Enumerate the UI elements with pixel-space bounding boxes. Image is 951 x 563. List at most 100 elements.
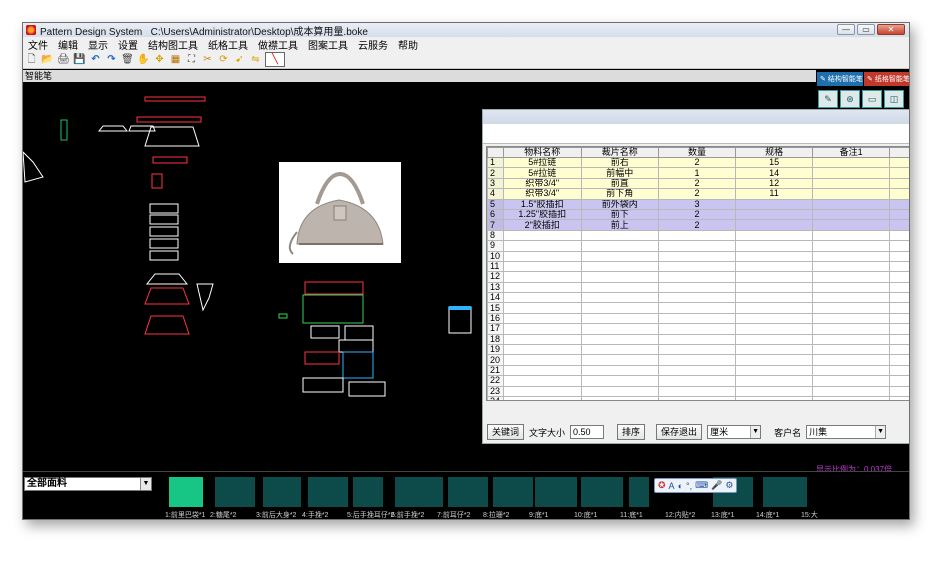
column-header-material[interactable]: 物料名称 xyxy=(502,147,582,158)
keyboard-icon[interactable]: ⌨ xyxy=(695,480,708,491)
table-cell[interactable] xyxy=(580,395,659,400)
table-row[interactable]: 5 1.5"胶插扣 前外袋内 3 xyxy=(487,198,909,210)
table-cell[interactable] xyxy=(580,364,659,377)
pattern-piece[interactable] xyxy=(344,325,374,341)
table-row[interactable]: 12 xyxy=(487,271,909,283)
sort-button[interactable]: 排序 xyxy=(617,424,646,440)
stitch-tool-icon[interactable]: ✎ xyxy=(818,90,838,108)
move-icon[interactable]: ✥ xyxy=(153,53,166,66)
table-row[interactable]: 22 xyxy=(487,375,909,387)
piece-label[interactable]: 12:内贴*2 xyxy=(665,510,695,519)
ime-punct-icon[interactable]: °, xyxy=(686,481,692,491)
piece-label[interactable]: 1:前里巴袋*1 xyxy=(165,510,205,519)
table-cell[interactable]: 2 xyxy=(657,177,737,190)
table-cell[interactable]: 14 xyxy=(735,167,814,179)
table-cell[interactable]: 3 xyxy=(657,198,737,210)
table-cell[interactable] xyxy=(502,364,582,377)
fabric-select[interactable]: 全部面料 ▼ xyxy=(24,477,152,491)
piece-thumbnail[interactable] xyxy=(448,477,488,507)
ime-mode-icon[interactable]: A xyxy=(669,481,675,491)
piece-thumbnail[interactable] xyxy=(215,477,255,507)
table-row[interactable]: 19 xyxy=(487,344,909,356)
table-cell[interactable] xyxy=(657,292,737,304)
menu-pattern-tools[interactable]: 纸格工具 xyxy=(203,37,253,52)
piece-thumbnail[interactable] xyxy=(493,477,533,507)
menu-help[interactable]: 帮助 xyxy=(393,37,423,52)
pattern-piece[interactable] xyxy=(145,273,189,285)
save-icon[interactable]: 💾 xyxy=(73,53,86,66)
minimize-button[interactable]: — xyxy=(837,24,855,35)
table-cell[interactable] xyxy=(812,229,891,242)
table-cell[interactable] xyxy=(735,271,814,283)
table-cell[interactable] xyxy=(812,385,891,398)
menu-structure-tools[interactable]: 结构图工具 xyxy=(143,37,203,52)
maximize-button[interactable]: ▭ xyxy=(857,24,875,35)
table-cell[interactable] xyxy=(812,302,891,314)
piece-label[interactable]: 10:底*1 xyxy=(574,510,597,519)
table-cell[interactable] xyxy=(502,385,582,398)
piece-label[interactable]: 9:底*1 xyxy=(529,510,548,519)
flip-icon[interactable]: ⇋ xyxy=(249,53,262,66)
piece-label[interactable]: 15:大 xyxy=(801,510,818,519)
table-cell[interactable] xyxy=(502,271,582,283)
table-cell[interactable] xyxy=(735,385,814,398)
table-cell[interactable]: 2 xyxy=(657,208,737,221)
pattern-piece[interactable] xyxy=(304,351,340,365)
scissors-icon[interactable]: ✂ xyxy=(201,53,214,66)
pattern-piece[interactable] xyxy=(149,203,179,214)
table-cell[interactable] xyxy=(502,395,582,400)
table-cell[interactable] xyxy=(812,156,891,169)
table-cell[interactable]: 2 xyxy=(657,156,737,169)
table-row[interactable]: 3 织带3/4" 前直 2 12 xyxy=(487,177,909,190)
table-cell[interactable] xyxy=(502,292,582,304)
table-cell[interactable]: 1.25"胶插扣 xyxy=(502,208,582,221)
piece-label[interactable]: 11:底*1 xyxy=(620,510,643,519)
table-cell[interactable] xyxy=(657,302,737,314)
table-row[interactable]: 16 xyxy=(487,312,909,325)
menu-settings[interactable]: 设置 xyxy=(113,37,143,52)
table-cell[interactable] xyxy=(735,240,814,252)
table-cell[interactable]: 1.5"胶插扣 xyxy=(502,198,582,210)
table-cell[interactable] xyxy=(657,312,737,325)
pattern-piece[interactable] xyxy=(149,226,179,237)
table-cell[interactable] xyxy=(735,364,814,377)
table-cell[interactable] xyxy=(580,312,659,325)
table-row[interactable]: 1 5#拉链 前右 2 15 xyxy=(487,156,909,169)
piece-label[interactable]: 13:底*1 xyxy=(711,510,734,519)
pattern-piece[interactable] xyxy=(149,250,179,261)
table-cell[interactable] xyxy=(657,333,737,346)
table-cell[interactable]: 15 xyxy=(735,156,814,169)
pattern-smart-pen-button[interactable]: ✎ 纸格智能笔 xyxy=(864,72,909,86)
table-cell[interactable]: 前直 xyxy=(580,177,659,190)
keyword-button[interactable]: 关键词 xyxy=(487,424,525,440)
table-row[interactable]: 8 xyxy=(487,229,909,242)
microphone-icon[interactable]: 🎤 xyxy=(711,480,722,491)
table-cell[interactable] xyxy=(812,375,891,387)
piece-thumbnail[interactable] xyxy=(581,477,623,507)
menu-placket-tools[interactable]: 做襟工具 xyxy=(253,37,303,52)
table-cell[interactable] xyxy=(580,344,659,356)
pattern-piece[interactable] xyxy=(144,96,206,102)
piece-thumbnail[interactable] xyxy=(308,477,348,507)
pattern-piece[interactable] xyxy=(278,313,288,319)
column-header-quantity[interactable]: 数量 xyxy=(657,147,737,158)
unit-select[interactable]: 厘米 ▼ xyxy=(707,425,762,439)
table-cell[interactable] xyxy=(657,354,737,366)
column-header-piece[interactable]: 裁片名称 xyxy=(580,147,659,158)
table-cell[interactable] xyxy=(657,385,737,398)
table-row[interactable]: 10 xyxy=(487,250,909,262)
table-cell[interactable] xyxy=(657,240,737,252)
table-row[interactable]: 18 xyxy=(487,333,909,346)
table-row[interactable]: 4 织带3/4" 前下角 2 11 xyxy=(487,188,909,200)
table-cell[interactable] xyxy=(812,281,891,294)
table-cell[interactable] xyxy=(812,323,891,335)
table-cell[interactable] xyxy=(580,385,659,398)
table-cell[interactable] xyxy=(502,250,582,262)
new-file-icon[interactable]: 🗋 xyxy=(25,53,38,66)
table-cell[interactable]: 2 xyxy=(657,219,737,231)
table-cell[interactable] xyxy=(735,323,814,335)
ime-logo-icon[interactable]: ✪ xyxy=(658,480,666,491)
piece-label[interactable]: 5:后手挽耳仔*2 xyxy=(347,510,394,519)
piece-thumbnail[interactable] xyxy=(535,477,577,507)
table-cell[interactable] xyxy=(735,354,814,366)
